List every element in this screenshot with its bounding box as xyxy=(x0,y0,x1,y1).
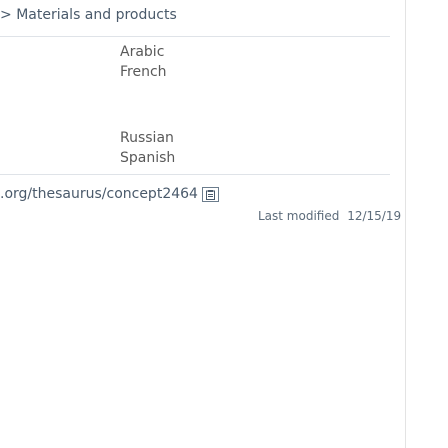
language-list: Russian Spanish xyxy=(120,128,175,168)
page: > Materials and products Arabic French R… xyxy=(0,0,448,448)
concept-uri[interactable]: .org/thesaurus/concept2464 xyxy=(0,186,198,202)
last-modified: Last modified 12/15/19 xyxy=(258,209,401,223)
breadcrumb: > Materials and products xyxy=(0,7,177,23)
concept-content-panel: > Materials and products Arabic French R… xyxy=(0,0,406,448)
divider xyxy=(0,174,390,175)
copy-clipboard-icon xyxy=(205,189,215,200)
last-modified-date: 12/15/19 xyxy=(347,209,402,223)
language-item-french[interactable]: French xyxy=(120,62,167,82)
last-modified-label: Last modified xyxy=(258,209,340,223)
divider xyxy=(0,36,390,37)
language-item-russian[interactable]: Russian xyxy=(120,128,175,148)
language-item-arabic[interactable]: Arabic xyxy=(120,42,167,62)
concept-uri-row: .org/thesaurus/concept2464 xyxy=(0,184,219,204)
breadcrumb-separator: > xyxy=(0,7,12,23)
breadcrumb-current[interactable]: Materials and products xyxy=(16,7,177,23)
language-list: Arabic French xyxy=(120,42,167,82)
language-item-spanish[interactable]: Spanish xyxy=(120,148,175,168)
copy-uri-button[interactable] xyxy=(201,186,219,202)
